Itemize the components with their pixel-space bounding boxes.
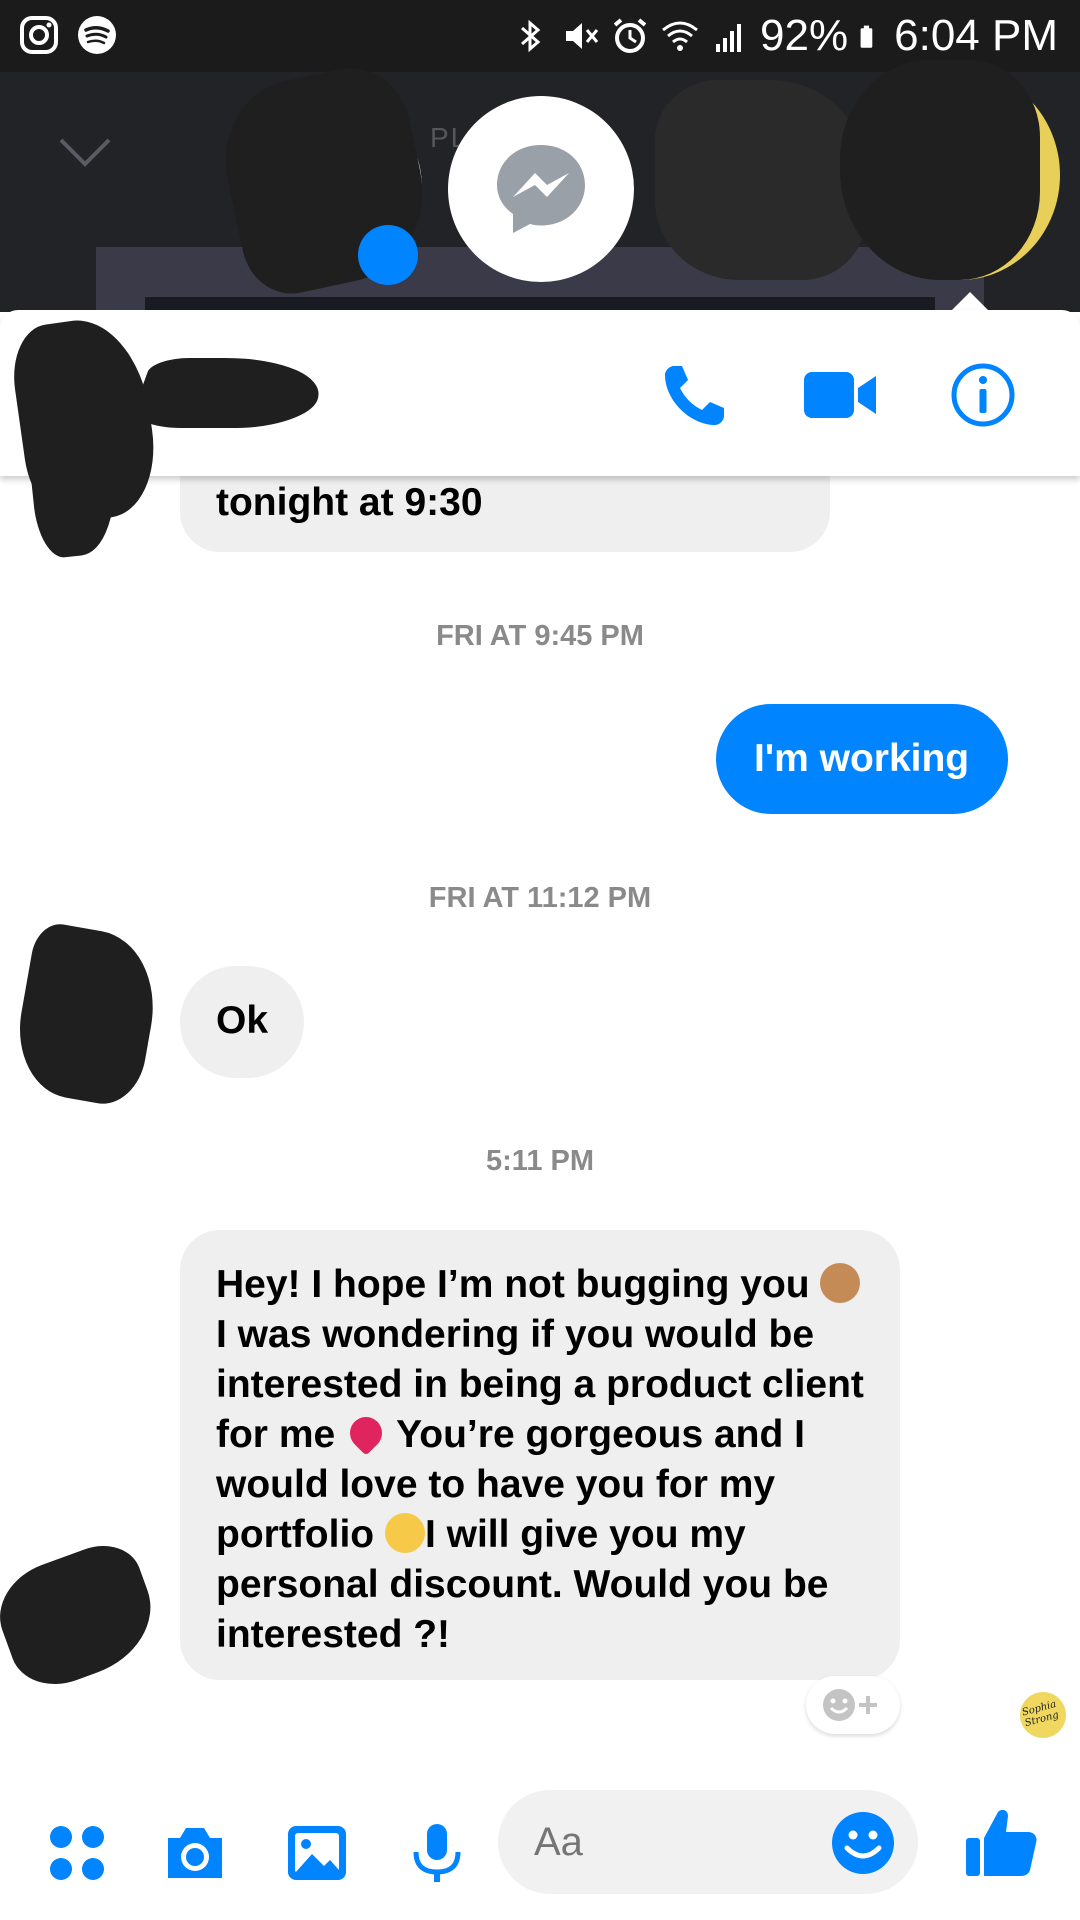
like-icon[interactable] (962, 1804, 1040, 1882)
seen-avatar-label: Sophia Strong (1020, 1698, 1060, 1730)
seen-indicator-avatar: Sophia Strong (1020, 1692, 1066, 1738)
avatar[interactable] (6, 311, 164, 529)
message-text: Hey! I hope I’m not bugging you I was wo… (216, 1260, 876, 1660)
video-icon[interactable] (800, 360, 880, 430)
more-icon[interactable] (44, 1820, 110, 1886)
emoji-icon[interactable] (830, 1810, 896, 1876)
sparkling-heart-icon (343, 1410, 389, 1456)
see-no-evil-monkey-icon (820, 1263, 861, 1303)
message-text: I'm working (754, 737, 970, 780)
conversation-header (0, 310, 1080, 529)
add-reaction-icon (823, 1689, 877, 1721)
message-list[interactable]: tonight at 9:30 FRI AT 9:45 PM I'm worki… (0, 0, 1080, 1920)
gallery-icon[interactable] (284, 1820, 350, 1886)
timestamp: 5:11 PM (486, 1145, 594, 1177)
message-bubble-incoming[interactable]: Hey! I hope I’m not bugging you I was wo… (180, 1230, 900, 1680)
info-icon[interactable] (948, 360, 1018, 430)
add-reaction-button[interactable] (806, 1676, 900, 1734)
timestamp: FRI AT 11:12 PM (428, 882, 652, 914)
camera-icon[interactable] (162, 1820, 228, 1886)
avatar[interactable] (8, 920, 166, 1110)
smiling-face-icon (384, 1513, 425, 1553)
mic-icon[interactable] (404, 1820, 470, 1886)
message-bubble-outgoing[interactable]: I'm working (716, 704, 1008, 814)
message-bubble-incoming[interactable]: Ok (180, 966, 304, 1078)
message-text-part: Hey! I hope I’m not bugging you (216, 1263, 810, 1306)
phone-icon[interactable] (660, 360, 730, 430)
timestamp: FRI AT 9:45 PM (436, 620, 644, 652)
avatar[interactable] (0, 1533, 168, 1699)
message-text: Ok (216, 999, 269, 1042)
message-text: tonight at 9:30 (216, 481, 483, 524)
contact-name-redacted[interactable] (127, 358, 333, 428)
